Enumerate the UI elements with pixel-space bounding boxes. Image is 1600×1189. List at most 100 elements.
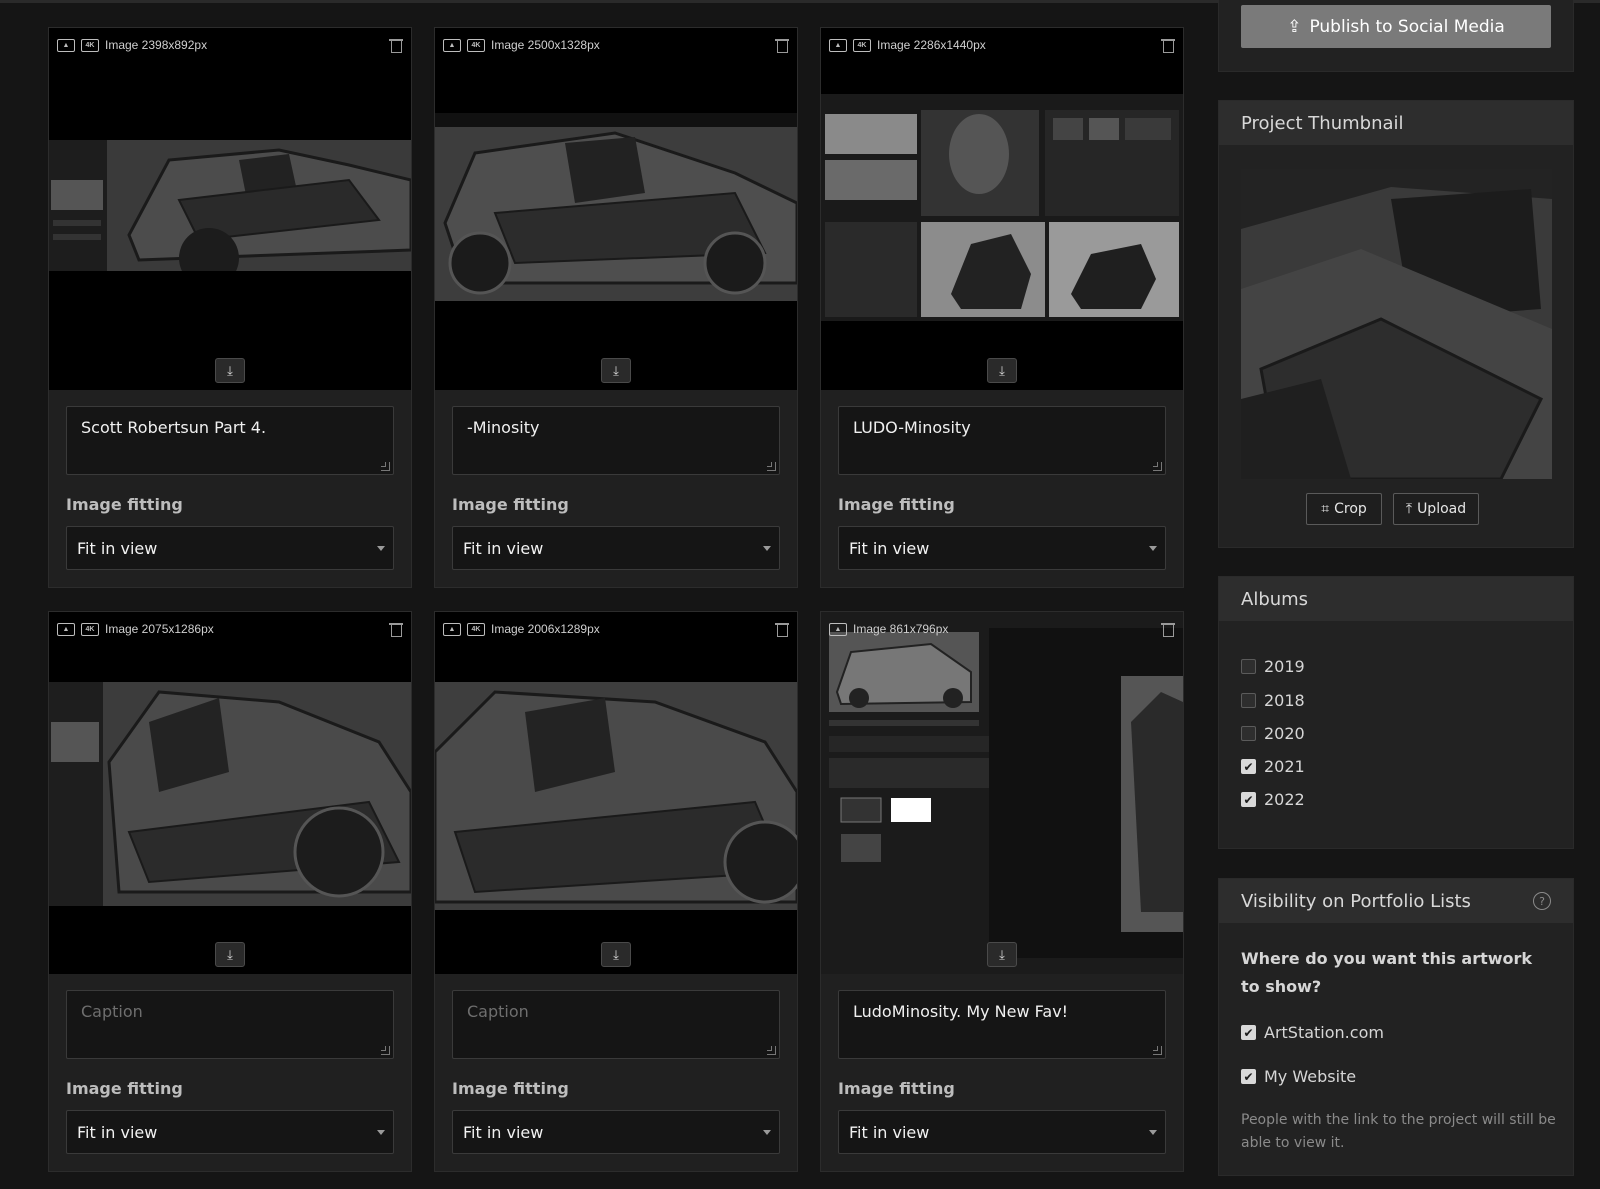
panel-title: Visibility on Portfolio Lists ?: [1219, 879, 1573, 923]
media-header: ▲ Image 861x796px: [829, 620, 1175, 638]
media-card: ▲ 4K Image 2500x1328px ⤓ -Minosity Image…: [434, 27, 798, 588]
visibility-option-label: ArtStation.com: [1264, 1023, 1384, 1042]
visibility-checkbox[interactable]: ✔ My Website: [1241, 1067, 1356, 1086]
media-preview[interactable]: ▲ 4K Image 2075x1286px ⤓: [49, 612, 411, 974]
image-icon: ▲: [829, 622, 847, 636]
resize-handle[interactable]: [767, 1046, 776, 1055]
album-checkbox[interactable]: 2020: [1241, 724, 1305, 743]
image-fitting-value: Fit in view: [463, 539, 544, 558]
checkbox-icon[interactable]: [1241, 659, 1256, 674]
image-fitting-label: Image fitting: [452, 1079, 569, 1098]
checkbox-checked-icon[interactable]: ✔: [1241, 759, 1256, 774]
crop-icon: ⌗: [1321, 501, 1330, 517]
album-checkbox[interactable]: ✔ 2022: [1241, 790, 1305, 809]
media-preview[interactable]: ▲ 4K Image 2398x892px ⤓: [49, 28, 411, 390]
resize-handle[interactable]: [381, 462, 390, 471]
image-thumbnail: [49, 682, 411, 906]
checkbox-icon[interactable]: [1241, 726, 1256, 741]
download-button[interactable]: ⤓: [215, 358, 245, 383]
media-card: ▲ 4K Image 2006x1289px ⤓ Caption Image f…: [434, 611, 798, 1172]
image-fitting-label: Image fitting: [838, 495, 955, 514]
4k-badge-icon: 4K: [853, 38, 871, 52]
media-header: ▲ 4K Image 2006x1289px: [443, 620, 789, 638]
upload-button[interactable]: ⤒ Upload: [1393, 493, 1479, 525]
image-icon: ▲: [829, 38, 847, 52]
visibility-checkbox[interactable]: ✔ ArtStation.com: [1241, 1023, 1384, 1042]
image-icon: ▲: [443, 38, 461, 52]
crop-label: Crop: [1334, 501, 1367, 517]
chevron-down-icon: [763, 546, 771, 551]
trash-icon[interactable]: [775, 622, 789, 637]
caption-text: Scott Robertsun Part 4.: [81, 418, 267, 437]
share-icon: ⇪: [1287, 16, 1302, 37]
4k-badge-icon: 4K: [467, 622, 485, 636]
chevron-down-icon: [763, 1130, 771, 1135]
media-card: ▲ 4K Image 2075x1286px ⤓ Caption Image f…: [48, 611, 412, 1172]
album-label: 2020: [1264, 724, 1305, 743]
resize-handle[interactable]: [381, 1046, 390, 1055]
chevron-down-icon: [1149, 1130, 1157, 1135]
checkbox-checked-icon[interactable]: ✔: [1241, 1069, 1256, 1084]
image-icon: ▲: [57, 622, 75, 636]
project-thumbnail-panel: Project Thumbnail ⌗ Crop ⤒ Upload: [1218, 100, 1574, 548]
help-icon[interactable]: ?: [1533, 892, 1551, 910]
image-fitting-select[interactable]: Fit in view: [838, 526, 1166, 570]
image-fitting-select[interactable]: Fit in view: [66, 526, 394, 570]
panel-title: Albums: [1219, 577, 1573, 621]
albums-panel: Albums 2019 2018 2020 ✔ 2021 ✔ 2022: [1218, 576, 1574, 849]
image-thumbnail: [821, 612, 1183, 974]
publish-label: Publish to Social Media: [1309, 16, 1505, 37]
image-dimensions: Image 2075x1286px: [105, 622, 214, 636]
image-fitting-select[interactable]: Fit in view: [838, 1110, 1166, 1154]
image-fitting-select[interactable]: Fit in view: [452, 526, 780, 570]
media-preview[interactable]: ▲ 4K Image 2286x1440px ⤓: [821, 28, 1183, 390]
image-fitting-select[interactable]: Fit in view: [66, 1110, 394, 1154]
visibility-panel: Visibility on Portfolio Lists ? Where do…: [1218, 878, 1574, 1176]
image-fitting-select[interactable]: Fit in view: [452, 1110, 780, 1154]
caption-textarea[interactable]: Caption: [66, 990, 394, 1059]
download-button[interactable]: ⤓: [987, 358, 1017, 383]
image-thumbnail: [821, 94, 1183, 321]
image-dimensions: Image 2398x892px: [105, 38, 208, 52]
resize-handle[interactable]: [767, 462, 776, 471]
download-button[interactable]: ⤓: [601, 942, 631, 967]
chevron-down-icon: [377, 546, 385, 551]
publish-social-button[interactable]: ⇪ Publish to Social Media: [1241, 5, 1551, 48]
4k-badge-icon: 4K: [81, 38, 99, 52]
checkbox-icon[interactable]: [1241, 693, 1256, 708]
checkbox-checked-icon[interactable]: ✔: [1241, 792, 1256, 807]
media-preview[interactable]: ▲ 4K Image 2500x1328px ⤓: [435, 28, 797, 390]
crop-button[interactable]: ⌗ Crop: [1306, 493, 1382, 525]
trash-icon[interactable]: [389, 622, 403, 637]
caption-textarea[interactable]: LUDO-Minosity: [838, 406, 1166, 475]
album-checkbox[interactable]: 2018: [1241, 691, 1305, 710]
trash-icon[interactable]: [775, 38, 789, 53]
album-checkbox[interactable]: ✔ 2021: [1241, 757, 1305, 776]
media-preview[interactable]: ▲ Image 861x796px ⤓: [821, 612, 1183, 974]
album-checkbox[interactable]: 2019: [1241, 657, 1305, 676]
visibility-note: People with the link to the project will…: [1241, 1112, 1556, 1151]
trash-icon[interactable]: [389, 38, 403, 53]
chevron-down-icon: [377, 1130, 385, 1135]
image-dimensions: Image 861x796px: [853, 622, 949, 636]
download-button[interactable]: ⤓: [215, 942, 245, 967]
media-preview[interactable]: ▲ 4K Image 2006x1289px ⤓: [435, 612, 797, 974]
image-fitting-label: Image fitting: [838, 1079, 955, 1098]
caption-textarea[interactable]: -Minosity: [452, 406, 780, 475]
image-fitting-value: Fit in view: [77, 539, 158, 558]
caption-textarea[interactable]: Scott Robertsun Part 4.: [66, 406, 394, 475]
resize-handle[interactable]: [1153, 462, 1162, 471]
resize-handle[interactable]: [1153, 1046, 1162, 1055]
trash-icon[interactable]: [1161, 622, 1175, 637]
download-button[interactable]: ⤓: [987, 942, 1017, 967]
media-card: ▲ 4K Image 2286x1440px ⤓ LUDO-Minosity I…: [820, 27, 1184, 588]
download-button[interactable]: ⤓: [601, 358, 631, 383]
caption-textarea[interactable]: LudoMinosity. My New Fav!: [838, 990, 1166, 1059]
checkbox-checked-icon[interactable]: ✔: [1241, 1025, 1256, 1040]
upload-label: Upload: [1417, 501, 1467, 517]
trash-icon[interactable]: [1161, 38, 1175, 53]
caption-textarea[interactable]: Caption: [452, 990, 780, 1059]
caption-placeholder: Caption: [467, 1002, 529, 1021]
visibility-option-label: My Website: [1264, 1067, 1357, 1086]
media-card: ▲ Image 861x796px ⤓ LudoMinosity. My New…: [820, 611, 1184, 1172]
